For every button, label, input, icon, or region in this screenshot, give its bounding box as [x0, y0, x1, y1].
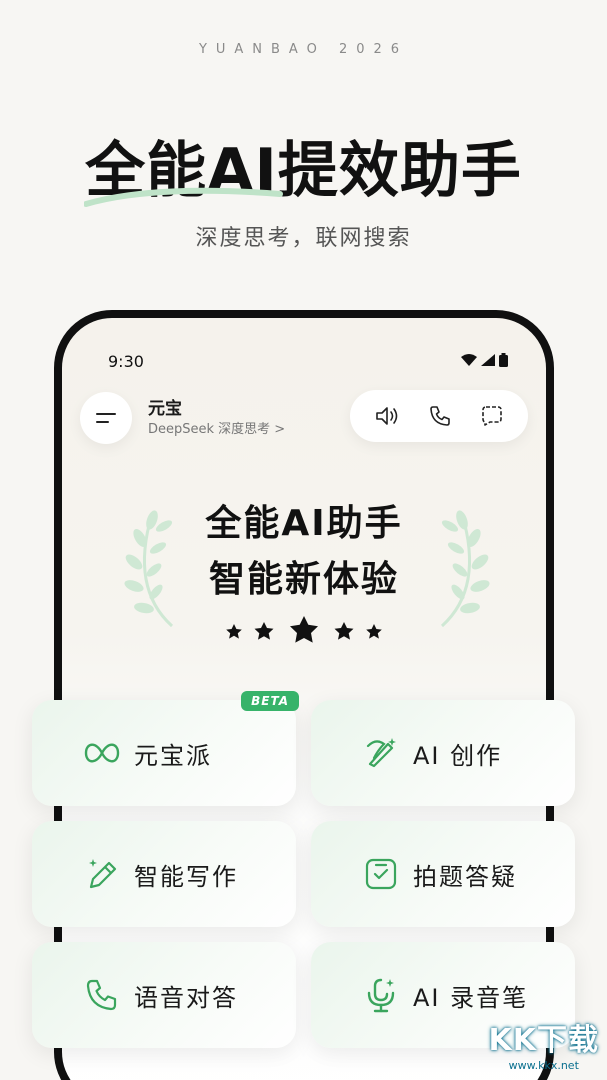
feature-card-ai-creation[interactable]: AI 创作: [311, 700, 575, 806]
brand-line: YUANBAO 2026: [198, 42, 409, 57]
chat-name: 元宝: [148, 399, 182, 419]
feature-card-label: AI 创作: [413, 741, 503, 770]
signal-icon: [481, 354, 495, 366]
magic-brush-icon: [363, 735, 399, 771]
feature-card-label: 智能写作: [134, 862, 238, 891]
microphone-icon: [363, 977, 399, 1013]
status-time: 9:30: [108, 352, 144, 371]
feature-card-label: 拍题答疑: [413, 862, 517, 891]
watermark-url: www.kkx.net: [508, 1059, 579, 1072]
feature-card-voice-chat[interactable]: 语音对答: [32, 942, 296, 1048]
battery-icon: [499, 353, 508, 367]
model-selector[interactable]: DeepSeek 深度思考 >: [148, 418, 285, 437]
phone-icon: [84, 977, 120, 1013]
pencil-sparkle-icon: [84, 856, 120, 892]
new-chat-icon[interactable]: [480, 404, 504, 428]
speaker-icon[interactable]: [374, 405, 400, 427]
feature-card-label: AI 录音笔: [413, 983, 529, 1012]
feature-card-yuanbao-pai[interactable]: 元宝派 BETA: [32, 691, 299, 806]
watermark-logo-text: KK下载: [488, 1023, 599, 1058]
check-document-icon: [363, 856, 399, 892]
feature-card-label: 语音对答: [134, 983, 238, 1012]
feature-card-smart-writing[interactable]: 智能写作: [32, 821, 296, 927]
feature-card-label: 元宝派: [134, 741, 212, 770]
feature-title-line2: 智能新体验: [208, 559, 399, 600]
site-watermark: KK下载 www.kkx.net: [489, 1015, 600, 1072]
wifi-icon: [461, 354, 477, 366]
phone-call-icon[interactable]: [428, 404, 452, 428]
menu-icon: [96, 413, 116, 423]
menu-button[interactable]: [80, 392, 132, 444]
status-icons: [461, 353, 508, 367]
header-actions: [350, 390, 528, 442]
infinity-icon: [84, 735, 120, 771]
hero-swoosh-decoration: [84, 187, 283, 207]
feature-card-photo-questions[interactable]: 拍题答疑: [311, 821, 575, 927]
beta-badge: BETA: [241, 691, 299, 711]
hero-subtitle: 深度思考，联网搜索: [195, 226, 412, 251]
feature-title-line1: 全能AI助手: [205, 503, 403, 544]
rating-stars: [226, 616, 382, 643]
